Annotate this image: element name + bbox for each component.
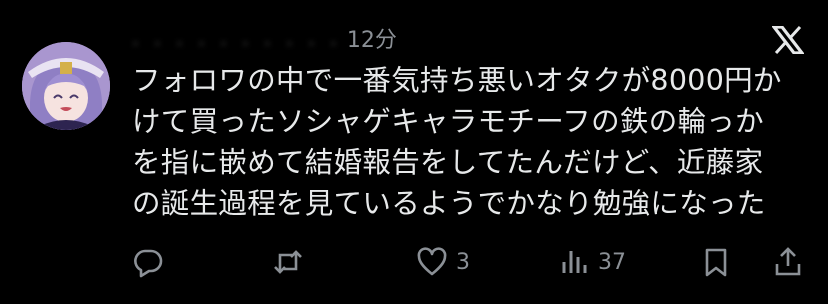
tweet-text: フォロワの中で一番気持ち悪いオタクが8000円か けて買ったソシャゲキャラモチー…: [132, 60, 812, 224]
bookmark-button[interactable]: [700, 242, 732, 282]
x-logo-icon: [772, 26, 804, 54]
bookmark-icon: [705, 248, 727, 277]
retweet-icon: [274, 250, 302, 274]
like-count: 3: [456, 249, 470, 275]
avatar-image: [22, 42, 110, 130]
views-count: 37: [598, 249, 626, 275]
reply-button[interactable]: [132, 242, 172, 282]
action-bar: 3 37: [132, 242, 808, 282]
share-button[interactable]: [772, 242, 804, 282]
tweet-text-line: の誕生過程を見ているようでかなり勉強になった: [132, 187, 766, 220]
like-button[interactable]: 3: [416, 242, 470, 282]
tweet-text-line: けて買ったソシャゲキャラモチーフの鉄の輪っか: [132, 105, 764, 138]
reply-icon: [134, 249, 163, 278]
tweet-text-line: フォロワの中で一番気持ち悪いオタクが8000円か: [132, 64, 782, 97]
views-icon: [562, 251, 587, 273]
share-icon: [775, 247, 801, 276]
avatar[interactable]: [22, 42, 110, 130]
retweet-button[interactable]: [272, 242, 312, 282]
author-handle[interactable]: . . . . . . . . . .: [132, 26, 341, 51]
timestamp[interactable]: 12分: [347, 22, 397, 54]
views-button[interactable]: 37: [558, 242, 626, 282]
tweet-header: . . . . . . . . . . 12分: [132, 22, 397, 54]
heart-icon: [417, 247, 447, 276]
tweet-text-line: を指に嵌めて結婚報告をしてたんだけど、近藤家: [132, 146, 764, 179]
